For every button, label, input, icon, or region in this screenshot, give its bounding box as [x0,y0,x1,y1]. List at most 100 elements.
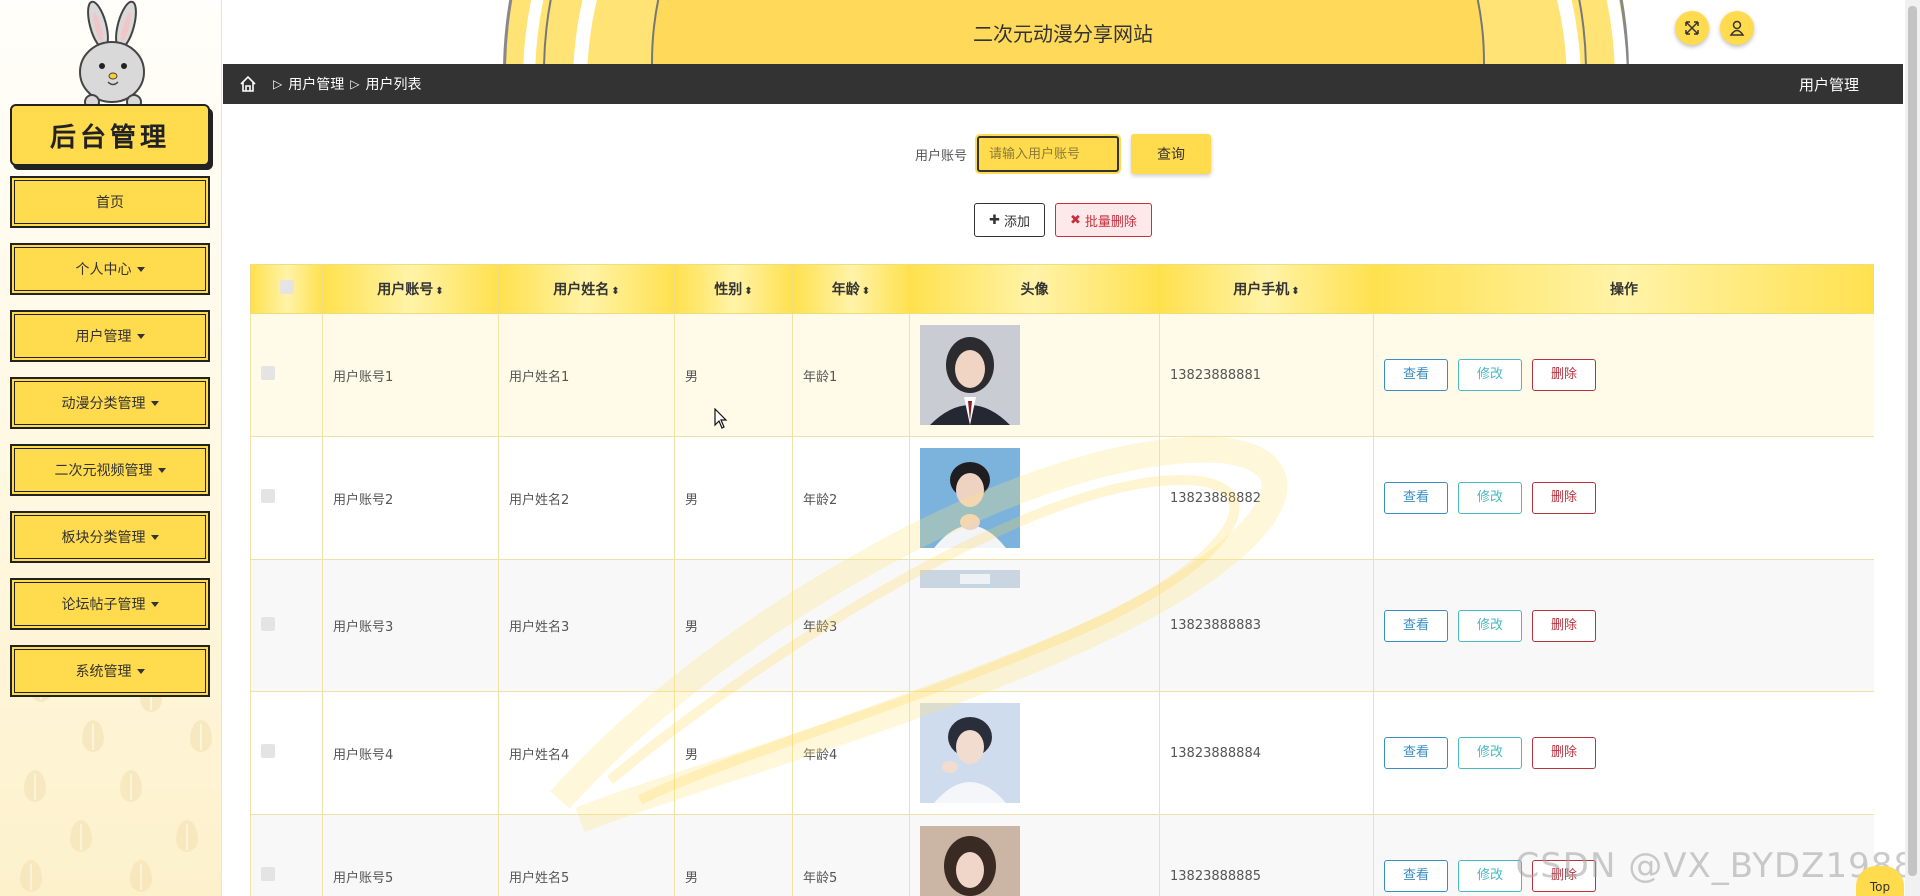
sidebar-item-label: 论坛帖子管理 [61,597,146,613]
row-select-cell [250,559,323,692]
delete-button[interactable]: 删除 [1532,609,1596,642]
column-label: 操作 [1610,282,1638,298]
user-button[interactable] [1720,11,1754,45]
sidebar-item-board-category[interactable]: 板块分类管理 [10,511,210,563]
sort-icon: ⬍ [611,286,620,297]
scrollbar-thumb[interactable] [1908,6,1917,876]
add-button-label: 添加 [1003,214,1030,230]
home-icon[interactable] [239,75,257,93]
table-row: 用户账号2 用户姓名2 男 年龄2 13823888882 查看 修改 删除 [250,436,1874,560]
column-header-account[interactable]: 用户账号 ⬍ [322,264,499,314]
name-cell: 用户姓名3 [498,559,675,692]
avatar-image[interactable] [920,325,1020,425]
gender-cell: 男 [674,436,793,560]
sidebar: 后台管理 首页 个人中心 用户管理 动漫分类管理 二次元视频管理 板块分类管理 … [0,0,222,896]
sidebar-item-label: 系统管理 [75,664,132,680]
row-select-cell [250,436,323,560]
sidebar-item-video-management[interactable]: 二次元视频管理 [10,444,210,496]
action-bar: ✚ 添加 ✖ 批量删除 [223,203,1903,237]
operations-cell: 查看 修改 删除 [1373,691,1874,815]
sidebar-item-label: 二次元视频管理 [54,463,153,479]
column-label: 性别 [714,282,743,298]
avatar-cell [909,559,1160,692]
column-header-gender[interactable]: 性别 ⬍ [674,264,793,314]
caret-down-icon [136,266,145,272]
search-input[interactable] [977,136,1119,172]
phone-cell: 13823888883 [1159,559,1374,692]
row-checkbox[interactable] [261,489,275,503]
sidebar-item-label: 板块分类管理 [61,530,146,546]
add-button[interactable]: ✚ 添加 [974,203,1045,237]
admin-logo: 后台管理 [10,104,210,166]
view-button[interactable]: 查看 [1384,609,1448,642]
sidebar-item-personal-center[interactable]: 个人中心 [10,243,210,295]
edit-button[interactable]: 修改 [1458,359,1522,391]
delete-button[interactable]: 删除 [1532,737,1596,769]
plus-icon: ✚ [989,212,1000,228]
account-cell: 用户账号5 [322,814,499,896]
user-table: 用户账号 ⬍ 用户姓名 ⬍ 性别 ⬍ 年龄 ⬍ 头像 用户手机 ⬍ 操作 用户账号1 用户… [250,264,1874,896]
age-cell: 年龄4 [792,691,910,815]
column-header-phone[interactable]: 用户手机 ⬍ [1159,264,1374,314]
sidebar-item-system-management[interactable]: 系统管理 [10,645,210,697]
row-checkbox[interactable] [261,867,275,881]
column-label: 头像 [1020,282,1049,298]
column-header-name[interactable]: 用户姓名 ⬍ [498,264,675,314]
gender-cell: 男 [674,559,793,692]
breadcrumb: ▷ 用户管理 ▷ 用户列表 用户管理 [223,64,1903,104]
select-all-checkbox[interactable] [279,280,294,294]
avatar-image[interactable] [920,703,1020,803]
sidebar-item-forum-posts[interactable]: 论坛帖子管理 [10,578,210,630]
edit-button[interactable]: 修改 [1458,860,1522,892]
view-button[interactable]: 查看 [1384,482,1448,514]
caret-down-icon [150,400,159,406]
name-cell: 用户姓名1 [498,313,675,437]
sidebar-item-label: 用户管理 [75,329,132,345]
name-cell: 用户姓名5 [498,814,675,896]
view-button[interactable]: 查看 [1384,860,1448,892]
delete-button[interactable]: 删除 [1532,482,1596,514]
vertical-scrollbar[interactable] [1905,0,1920,896]
age-cell: 年龄5 [792,814,910,896]
avatar-image[interactable] [920,570,1020,588]
page-title: 用户管理 [1798,75,1859,94]
avatar-cell [909,313,1160,437]
breadcrumb-item-user-list[interactable]: 用户列表 [365,74,421,94]
row-checkbox[interactable] [261,366,275,380]
breadcrumb-item-user-management[interactable]: 用户管理 [288,74,344,94]
avatar-cell [909,436,1160,560]
back-to-top-button[interactable]: Top [1856,866,1904,896]
query-button[interactable]: 查询 [1131,134,1211,174]
fullscreen-button[interactable] [1675,11,1709,45]
gender-cell: 男 [674,814,793,896]
batch-delete-button[interactable]: ✖ 批量删除 [1055,203,1152,237]
edit-button[interactable]: 修改 [1458,737,1522,769]
sort-icon: ⬍ [1291,286,1300,297]
edit-button[interactable]: 修改 [1458,609,1522,642]
delete-button[interactable]: 删除 [1532,359,1596,391]
operations-cell: 查看 修改 删除 [1373,559,1874,692]
caret-down-icon [150,534,159,540]
gender-cell: 男 [674,691,793,815]
phone-cell: 13823888884 [1159,691,1374,815]
table-header-row: 用户账号 ⬍ 用户姓名 ⬍ 性别 ⬍ 年龄 ⬍ 头像 用户手机 ⬍ 操作 [250,264,1874,314]
caret-down-icon [157,467,166,473]
row-checkbox[interactable] [261,616,275,631]
view-button[interactable]: 查看 [1384,737,1448,769]
sidebar-item-home[interactable]: 首页 [10,176,210,228]
sidebar-item-user-management[interactable]: 用户管理 [10,310,210,362]
avatar-image[interactable] [920,448,1020,548]
edit-button[interactable]: 修改 [1458,482,1522,514]
view-button[interactable]: 查看 [1384,359,1448,391]
column-header-operations: 操作 [1373,264,1874,314]
sidebar-item-anime-category[interactable]: 动漫分类管理 [10,377,210,429]
account-cell: 用户账号3 [322,559,499,692]
sort-icon: ⬍ [861,286,871,297]
column-header-age[interactable]: 年龄 ⬍ [792,264,910,314]
top-header: 二次元动漫分享网站 [223,0,1903,64]
sidebar-item-label: 动漫分类管理 [61,396,146,412]
caret-down-icon [136,333,145,339]
name-cell: 用户姓名4 [498,691,675,815]
avatar-image[interactable] [920,826,1020,896]
row-checkbox[interactable] [261,744,275,758]
